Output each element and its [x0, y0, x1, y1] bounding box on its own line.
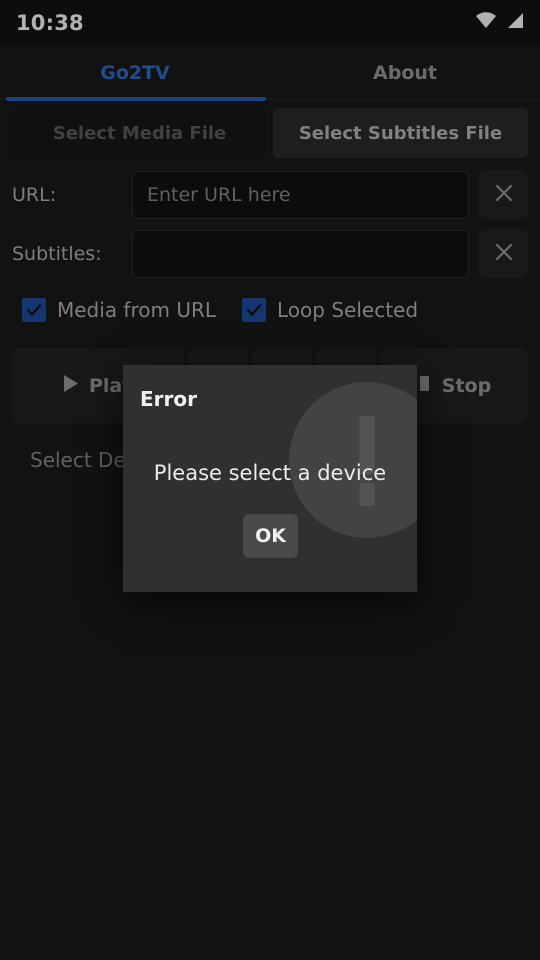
dialog-title: Error: [140, 387, 197, 411]
app-root: 10:38 Go2TV About Select Media File Sele…: [0, 0, 540, 960]
exclamation-dot: [359, 483, 375, 506]
dialog-message: Please select a device: [153, 461, 387, 485]
error-dialog: Error Please select a device OK: [123, 365, 417, 592]
dialog-ok-label: OK: [255, 525, 286, 547]
dialog-ok-button[interactable]: OK: [243, 514, 298, 558]
warning-exclamation-icon: [289, 382, 417, 538]
